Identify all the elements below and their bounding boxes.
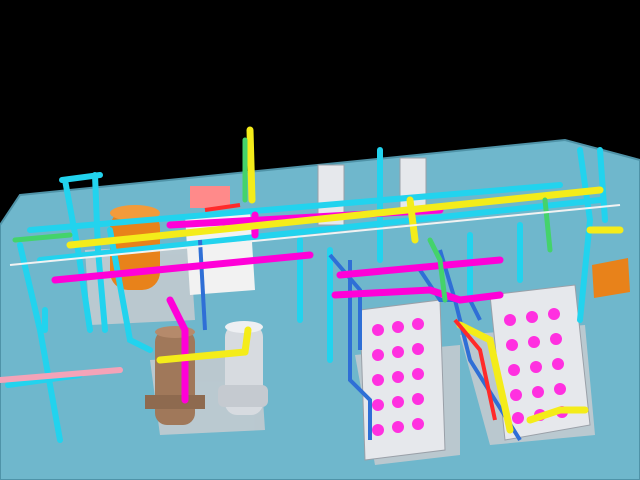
grey-vessel xyxy=(218,321,268,415)
plant-3d-model-view xyxy=(0,0,640,480)
orange-box xyxy=(592,258,630,298)
model-canvas xyxy=(0,0,640,480)
exchanger-bank-left xyxy=(359,299,446,461)
